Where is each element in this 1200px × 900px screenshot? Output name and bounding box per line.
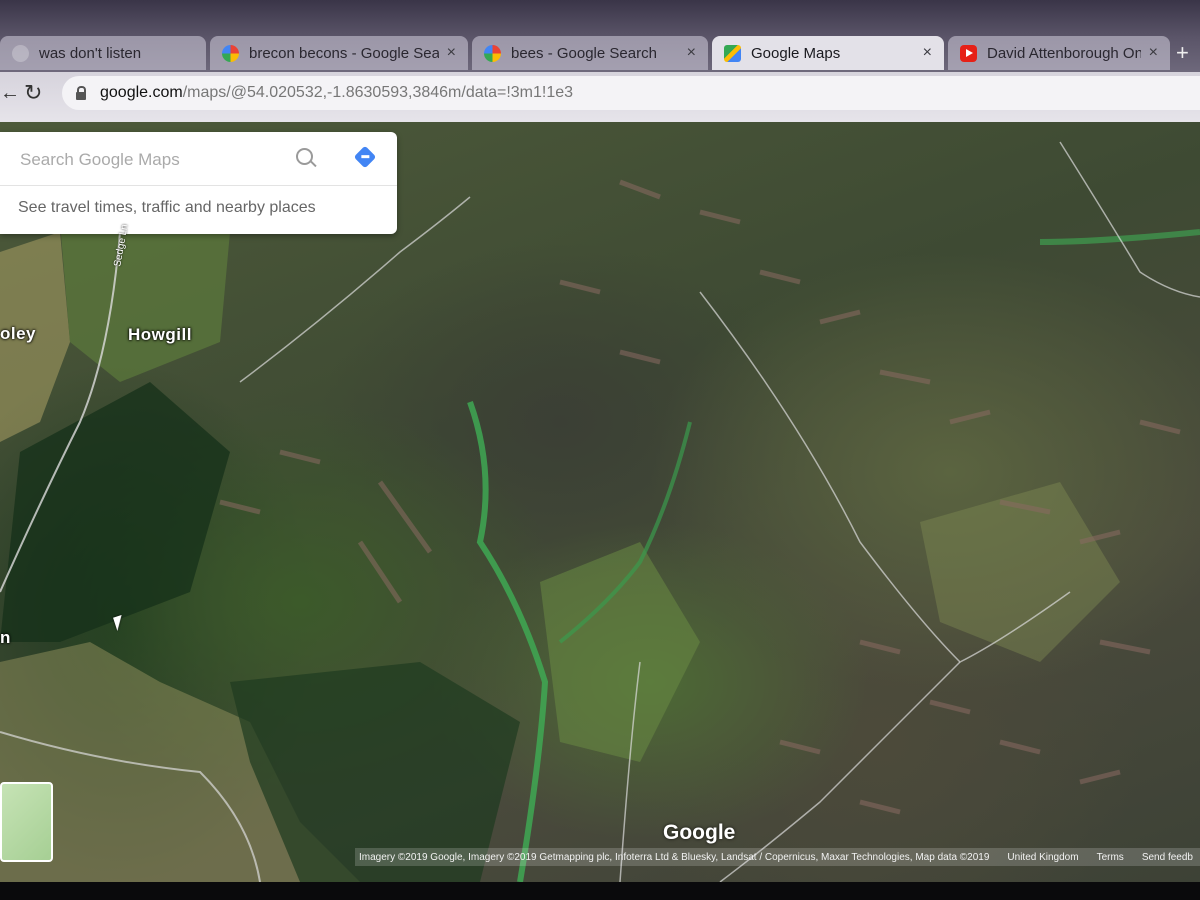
close-icon[interactable]: × [447,44,456,62]
attribution-bar: Imagery ©2019 Google, Imagery ©2019 Getm… [355,848,1200,866]
tab-title: bees - Google Search [511,44,657,62]
map-imagery [0,141,1200,882]
google-icon [484,44,501,62]
back-button[interactable]: ← [0,82,20,105]
directions-icon[interactable] [353,145,377,169]
tab-partial[interactable]: was don't listen [0,36,206,70]
search-icon[interactable] [296,148,313,165]
map-layer-toggle[interactable] [0,782,53,862]
place-label-howgill[interactable]: Howgill [128,325,192,345]
monitor-bezel [0,882,1200,900]
tab-title: was don't listen [39,44,142,62]
close-icon[interactable]: × [923,44,932,62]
search-input[interactable] [18,146,282,174]
region-link[interactable]: United Kingdom [1007,852,1078,863]
google-logo: Google [663,821,736,844]
divider [0,185,397,186]
tab-icon [12,44,29,62]
browser-toolbar: ← ↻ google.com/maps/@54.020532,-1.863059… [0,72,1200,122]
browser-chrome: was don't listen brecon becons - Google … [0,0,1200,122]
tab-google-maps[interactable]: Google Maps × [712,36,944,70]
new-tab-button[interactable]: + [1176,40,1189,66]
google-maps-icon [724,44,741,62]
terms-link[interactable]: Terms [1097,852,1124,863]
url-text[interactable]: google.com/maps/@54.020532,-1.8630593,38… [100,84,573,102]
attribution-text: Imagery ©2019 Google, Imagery ©2019 Getm… [359,851,990,863]
place-label-edge[interactable]: n [0,628,11,648]
url-path: /maps/@54.020532,-1.8630593,3846m/data=!… [182,84,574,101]
stream [1039,229,1200,245]
url-host: google.com [100,84,183,101]
tab-youtube[interactable]: David Attenborough On Dyna × [948,36,1170,70]
lock-icon[interactable] [76,85,86,100]
satellite-map[interactable]: See travel times, traffic and nearby pla… [0,122,1200,882]
tab-title: brecon becons - Google Search [249,44,439,62]
feedback-link[interactable]: Send feedb [1142,852,1193,863]
road [1059,141,1200,298]
close-icon[interactable]: × [1149,44,1158,62]
youtube-icon [960,44,977,62]
travel-times-link[interactable]: See travel times, traffic and nearby pla… [18,199,316,217]
place-label-oley[interactable]: oley [0,324,36,344]
grass-patch [920,482,1120,662]
tab-title: Google Maps [751,44,841,62]
reload-button[interactable]: ↻ [24,80,42,106]
close-icon[interactable]: × [687,44,696,62]
tab-title: David Attenborough On Dyna [987,44,1141,62]
tab-strip: was don't listen brecon becons - Google … [0,30,1200,72]
grass-patch [540,542,700,762]
tab-brecon-search[interactable]: brecon becons - Google Search × [210,36,468,70]
search-panel: See travel times, traffic and nearby pla… [0,132,397,234]
farmland-patch [60,222,230,382]
google-icon [222,44,239,62]
tab-bees-search[interactable]: bees - Google Search × [472,36,708,70]
address-bar[interactable]: google.com/maps/@54.020532,-1.8630593,38… [62,76,1200,110]
